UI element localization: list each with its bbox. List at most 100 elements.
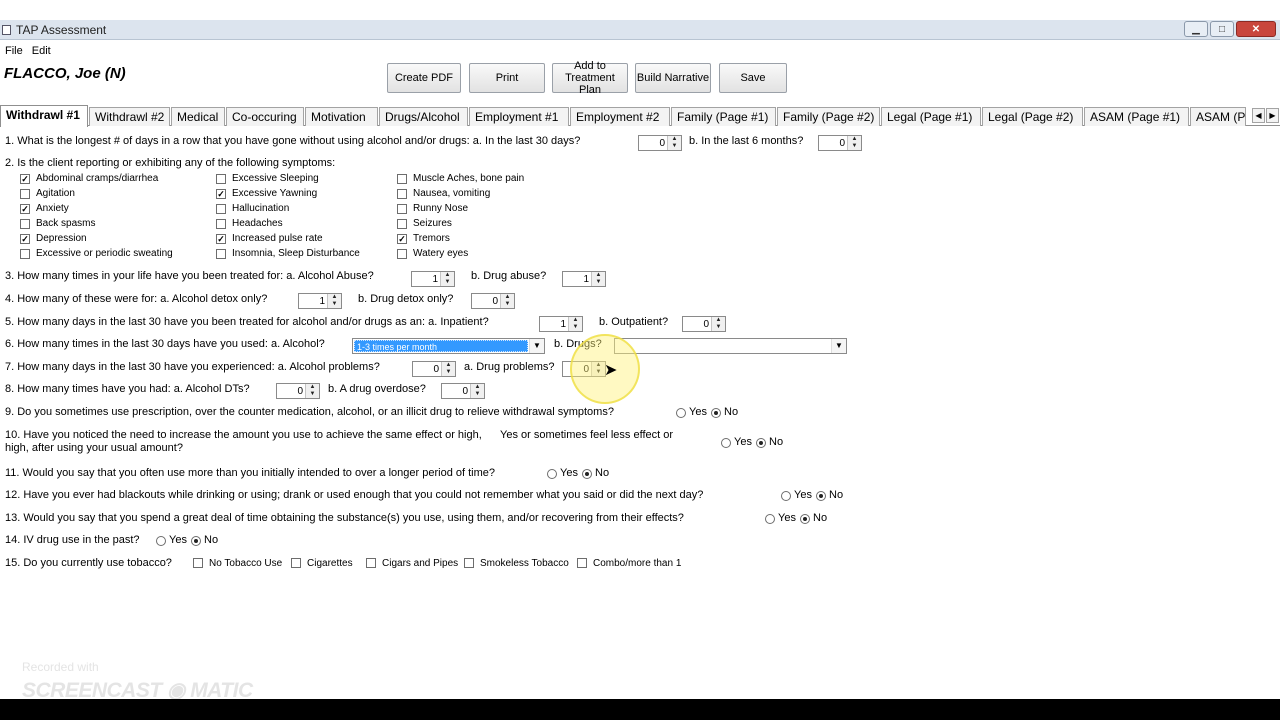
symptom-checkbox[interactable] [397,249,407,259]
q13-yes-radio[interactable] [765,514,775,524]
spinner-arrows-icon[interactable]: ▲ ▼ [470,384,484,398]
tab-scroll-left-icon[interactable]: ◀ [1252,108,1265,123]
tab-legal-1[interactable]: Legal (Page #1) [881,107,981,126]
symptom-label: Insomnia, Sleep Disturbance [232,248,360,259]
tab-withdrawl-2[interactable]: Withdrawl #2 [89,107,170,126]
symptom-checkbox[interactable]: ✓ [216,189,226,199]
tab-medical[interactable]: Medical [171,107,225,126]
q3-a-spinner[interactable]: 1 ▲ ▼ [411,271,455,287]
spinner-arrows-icon[interactable]: ▲ ▼ [441,362,455,376]
q9-yes-radio[interactable] [676,408,686,418]
spinner-arrows-icon[interactable]: ▲ ▼ [500,294,514,308]
tobacco-cigarettes-checkbox[interactable] [291,558,301,568]
tobacco-cigarettes-label: Cigarettes [307,558,353,569]
q14-no-radio[interactable] [191,536,201,546]
tobacco-smokeless-checkbox[interactable] [464,558,474,568]
q1-a-spinner[interactable]: 0 ▲ ▼ [638,135,682,151]
symptom-checkbox[interactable] [397,219,407,229]
q4-a-value: 1 [319,296,325,307]
minimize-button[interactable]: ▁ [1184,21,1208,37]
symptom-checkbox[interactable] [216,204,226,214]
spinner-arrows-icon[interactable]: ▲ ▼ [305,384,319,398]
tab-drugs-alcohol[interactable]: Drugs/Alcohol [379,107,468,126]
tab-withdrawl-1[interactable]: Withdrawl #1 [0,105,88,127]
q4-a-spinner[interactable]: 1 ▲ ▼ [298,293,342,309]
tab-family-1[interactable]: Family (Page #1) [671,107,776,126]
tab-asam-2[interactable]: ASAM (P [1190,107,1246,126]
q6-drugs-dropdown[interactable]: ▼ [614,338,847,354]
spinner-arrows-icon[interactable]: ▲ ▼ [568,317,582,331]
tab-employment-1[interactable]: Employment #1 [469,107,569,126]
q1-b-spinner[interactable]: 0 ▲ ▼ [818,135,862,151]
q12-no-radio[interactable] [816,491,826,501]
build-narrative-button[interactable]: Build Narrative [635,63,711,93]
spinner-arrows-icon[interactable]: ▲ ▼ [711,317,725,331]
symptom-checkbox[interactable]: ✓ [20,234,30,244]
q7-a-spinner[interactable]: 0 ▲ ▼ [412,361,456,377]
symptom-checkbox[interactable] [397,204,407,214]
symptom-label: Hallucination [232,203,290,214]
symptom-label: Watery eyes [413,248,469,259]
chevron-down-icon[interactable]: ▼ [529,339,544,353]
q8-b-spinner[interactable]: 0 ▲ ▼ [441,383,485,399]
q10-yes-radio[interactable] [721,438,731,448]
symptom-checkbox[interactable]: ✓ [20,204,30,214]
symptom-checkbox[interactable] [216,249,226,259]
tab-employment-2[interactable]: Employment #2 [570,107,670,126]
tobacco-cigars-checkbox[interactable] [366,558,376,568]
tab-motivation[interactable]: Motivation [305,107,378,126]
chevron-down-icon[interactable]: ▼ [831,339,846,353]
symptom-checkbox[interactable] [216,174,226,184]
q11-no-radio[interactable] [582,469,592,479]
q10-no-radio[interactable] [756,438,766,448]
symptom-label: Excessive Yawning [232,188,318,199]
q13-no-radio[interactable] [800,514,810,524]
spinner-arrows-icon[interactable]: ▲ ▼ [440,272,454,286]
q4-b-spinner[interactable]: 0 ▲ ▼ [471,293,515,309]
q9-no-radio[interactable] [711,408,721,418]
spinner-arrows-icon[interactable]: ▲ ▼ [327,294,341,308]
spinner-arrows-icon[interactable]: ▲ ▼ [667,136,681,150]
symptom-checkbox[interactable] [397,189,407,199]
tab-legal-2[interactable]: Legal (Page #2) [982,107,1083,126]
maximize-button[interactable]: □ [1210,21,1234,37]
menu-edit[interactable]: Edit [27,44,55,62]
q12-yes-label: Yes [794,489,812,501]
add-to-treatment-plan-button[interactable]: Add to Treatment Plan [552,60,628,96]
q5-a-spinner[interactable]: 1 ▲ ▼ [539,316,583,332]
create-pdf-button[interactable]: Create PDF [387,63,461,93]
close-button[interactable]: ✕ [1236,21,1276,37]
tab-family-2[interactable]: Family (Page #2) [777,107,880,126]
q9-no-label: No [724,406,739,418]
symptom-checkbox[interactable] [20,189,30,199]
q4-b-value: 0 [492,296,498,307]
spinner-arrows-icon[interactable]: ▲ ▼ [591,272,605,286]
symptom-checkbox[interactable]: ✓ [397,234,407,244]
spinner-arrows-icon[interactable]: ▲ ▼ [847,136,861,150]
q8-a-value: 0 [297,386,303,397]
tab-co-occuring[interactable]: Co-occuring [226,107,304,126]
print-button[interactable]: Print [469,63,545,93]
tobacco-none-checkbox[interactable] [193,558,203,568]
tab-strip: Withdrawl #1 Withdrawl #2 Medical Co-occ… [0,105,1280,127]
symptom-checkbox[interactable] [216,219,226,229]
symptom-checkbox[interactable]: ✓ [20,174,30,184]
symptom-checkbox[interactable]: ✓ [216,234,226,244]
symptom-checkbox[interactable] [397,174,407,184]
q3-b-spinner[interactable]: 1 ▲ ▼ [562,271,606,287]
menu-file[interactable]: File [0,44,27,62]
tab-asam-1[interactable]: ASAM (Page #1) [1084,107,1189,126]
tobacco-combo-checkbox[interactable] [577,558,587,568]
save-button[interactable]: Save [719,63,787,93]
symptom-checkbox[interactable] [20,249,30,259]
q5-b-spinner[interactable]: 0 ▲ ▼ [682,316,726,332]
q11-yes-radio[interactable] [547,469,557,479]
q11-no-label: No [595,467,610,479]
q14-yes-radio[interactable] [156,536,166,546]
q8-a-spinner[interactable]: 0 ▲ ▼ [276,383,320,399]
tab-scroll-right-icon[interactable]: ▶ [1266,108,1279,123]
q13-label: 13. Would you say that you spend a great… [5,512,684,524]
q12-yes-radio[interactable] [781,491,791,501]
symptom-checkbox[interactable] [20,219,30,229]
q6-alcohol-dropdown[interactable]: 1-3 times per month ▼ [352,338,545,354]
